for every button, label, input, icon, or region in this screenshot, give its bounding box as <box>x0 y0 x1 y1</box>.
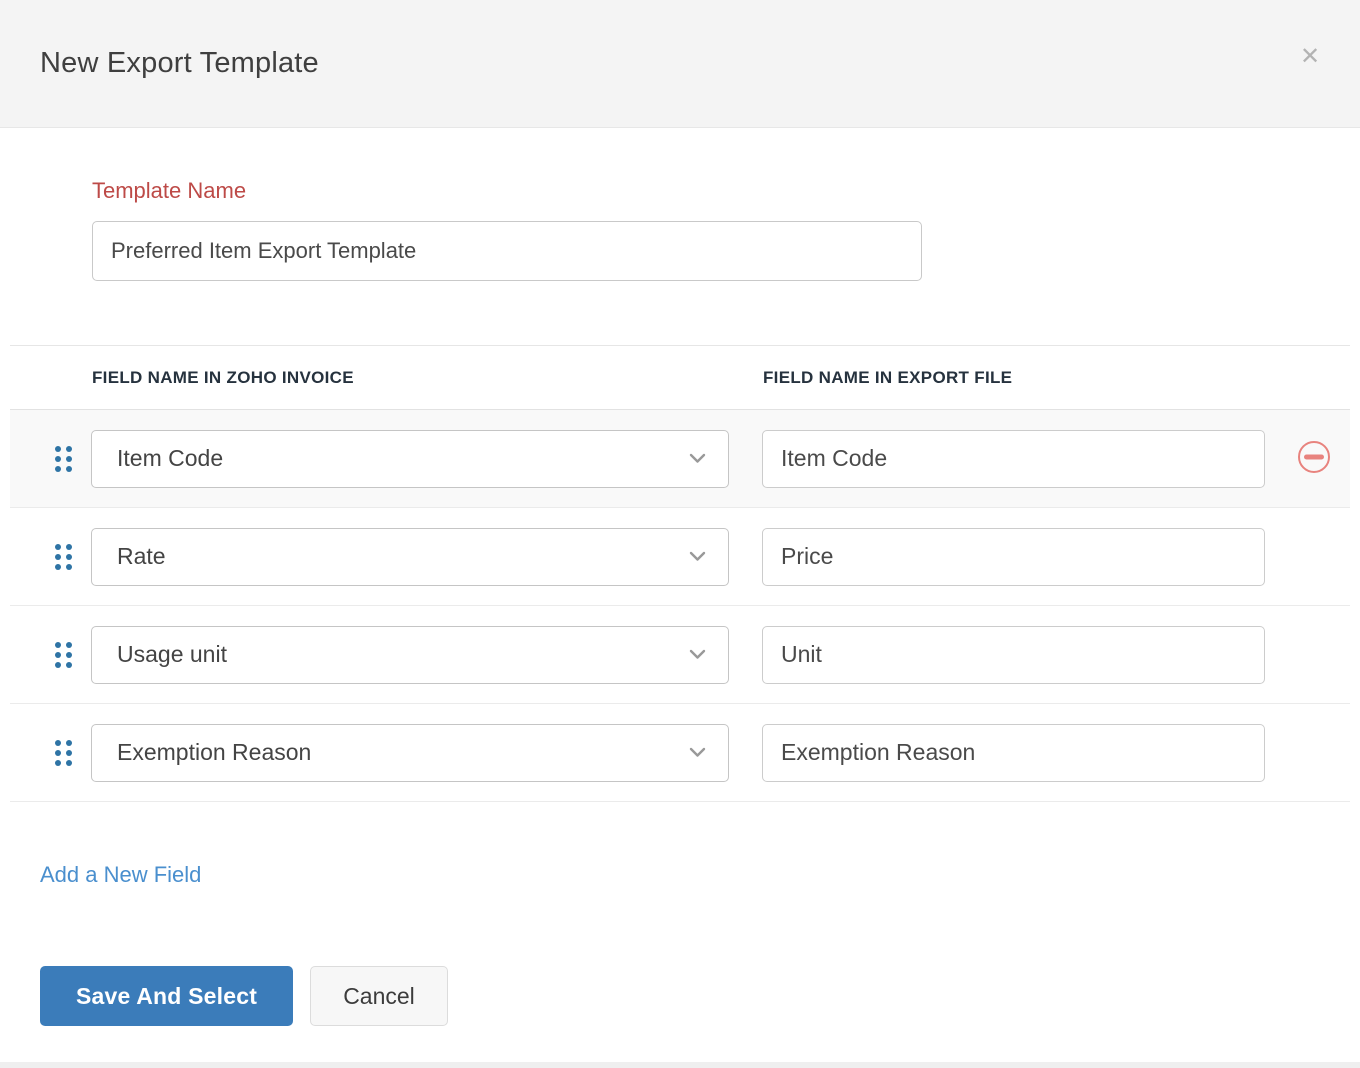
template-name-input[interactable] <box>92 221 922 281</box>
export-field-input[interactable] <box>762 724 1265 782</box>
zoho-field-select[interactable]: Item Code <box>91 430 729 488</box>
field-mapping-table: FIELD NAME IN ZOHO INVOICE FIELD NAME IN… <box>10 345 1350 802</box>
zoho-field-select[interactable]: Exemption Reason <box>91 724 729 782</box>
chevron-down-icon <box>689 649 706 660</box>
modal-bottom-edge <box>0 1062 1360 1068</box>
minus-circle-icon <box>1297 439 1331 473</box>
remove-row-button[interactable] <box>1297 439 1331 473</box>
chevron-down-icon <box>689 453 706 464</box>
chevron-down-icon <box>689 747 706 758</box>
add-new-field-link[interactable]: Add a New Field <box>40 862 201 888</box>
close-icon[interactable]: ✕ <box>1294 42 1326 74</box>
drag-handle-icon[interactable] <box>55 740 72 766</box>
field-mapping-row: Item Code <box>10 410 1350 508</box>
zoho-field-select[interactable]: Usage unit <box>91 626 729 684</box>
field-mapping-row: Rate <box>10 508 1350 606</box>
save-and-select-button[interactable]: Save And Select <box>40 966 293 1026</box>
cancel-button[interactable]: Cancel <box>310 966 448 1026</box>
table-header-row: FIELD NAME IN ZOHO INVOICE FIELD NAME IN… <box>10 346 1350 410</box>
export-field-input[interactable] <box>762 528 1265 586</box>
zoho-field-selected-value: Rate <box>117 543 166 570</box>
template-name-section: Template Name <box>0 128 1360 281</box>
field-mapping-row: Usage unit <box>10 606 1350 704</box>
export-field-input[interactable] <box>762 626 1265 684</box>
export-field-input[interactable] <box>762 430 1265 488</box>
modal-title: New Export Template <box>40 47 319 80</box>
zoho-field-selected-value: Item Code <box>117 445 223 472</box>
drag-handle-icon[interactable] <box>55 544 72 570</box>
chevron-down-icon <box>689 551 706 562</box>
column-header-export-field: FIELD NAME IN EXPORT FILE <box>763 368 1012 388</box>
zoho-field-select[interactable]: Rate <box>91 528 729 586</box>
field-mapping-row: Exemption Reason <box>10 704 1350 802</box>
column-header-zoho-field: FIELD NAME IN ZOHO INVOICE <box>92 368 354 388</box>
button-bar: Save And Select Cancel <box>40 966 448 1026</box>
drag-handle-icon[interactable] <box>55 642 72 668</box>
zoho-field-selected-value: Exemption Reason <box>117 739 311 766</box>
drag-handle-icon[interactable] <box>55 446 72 472</box>
template-name-label: Template Name <box>92 178 1360 204</box>
modal-header: New Export Template ✕ <box>0 0 1360 128</box>
zoho-field-selected-value: Usage unit <box>117 641 227 668</box>
